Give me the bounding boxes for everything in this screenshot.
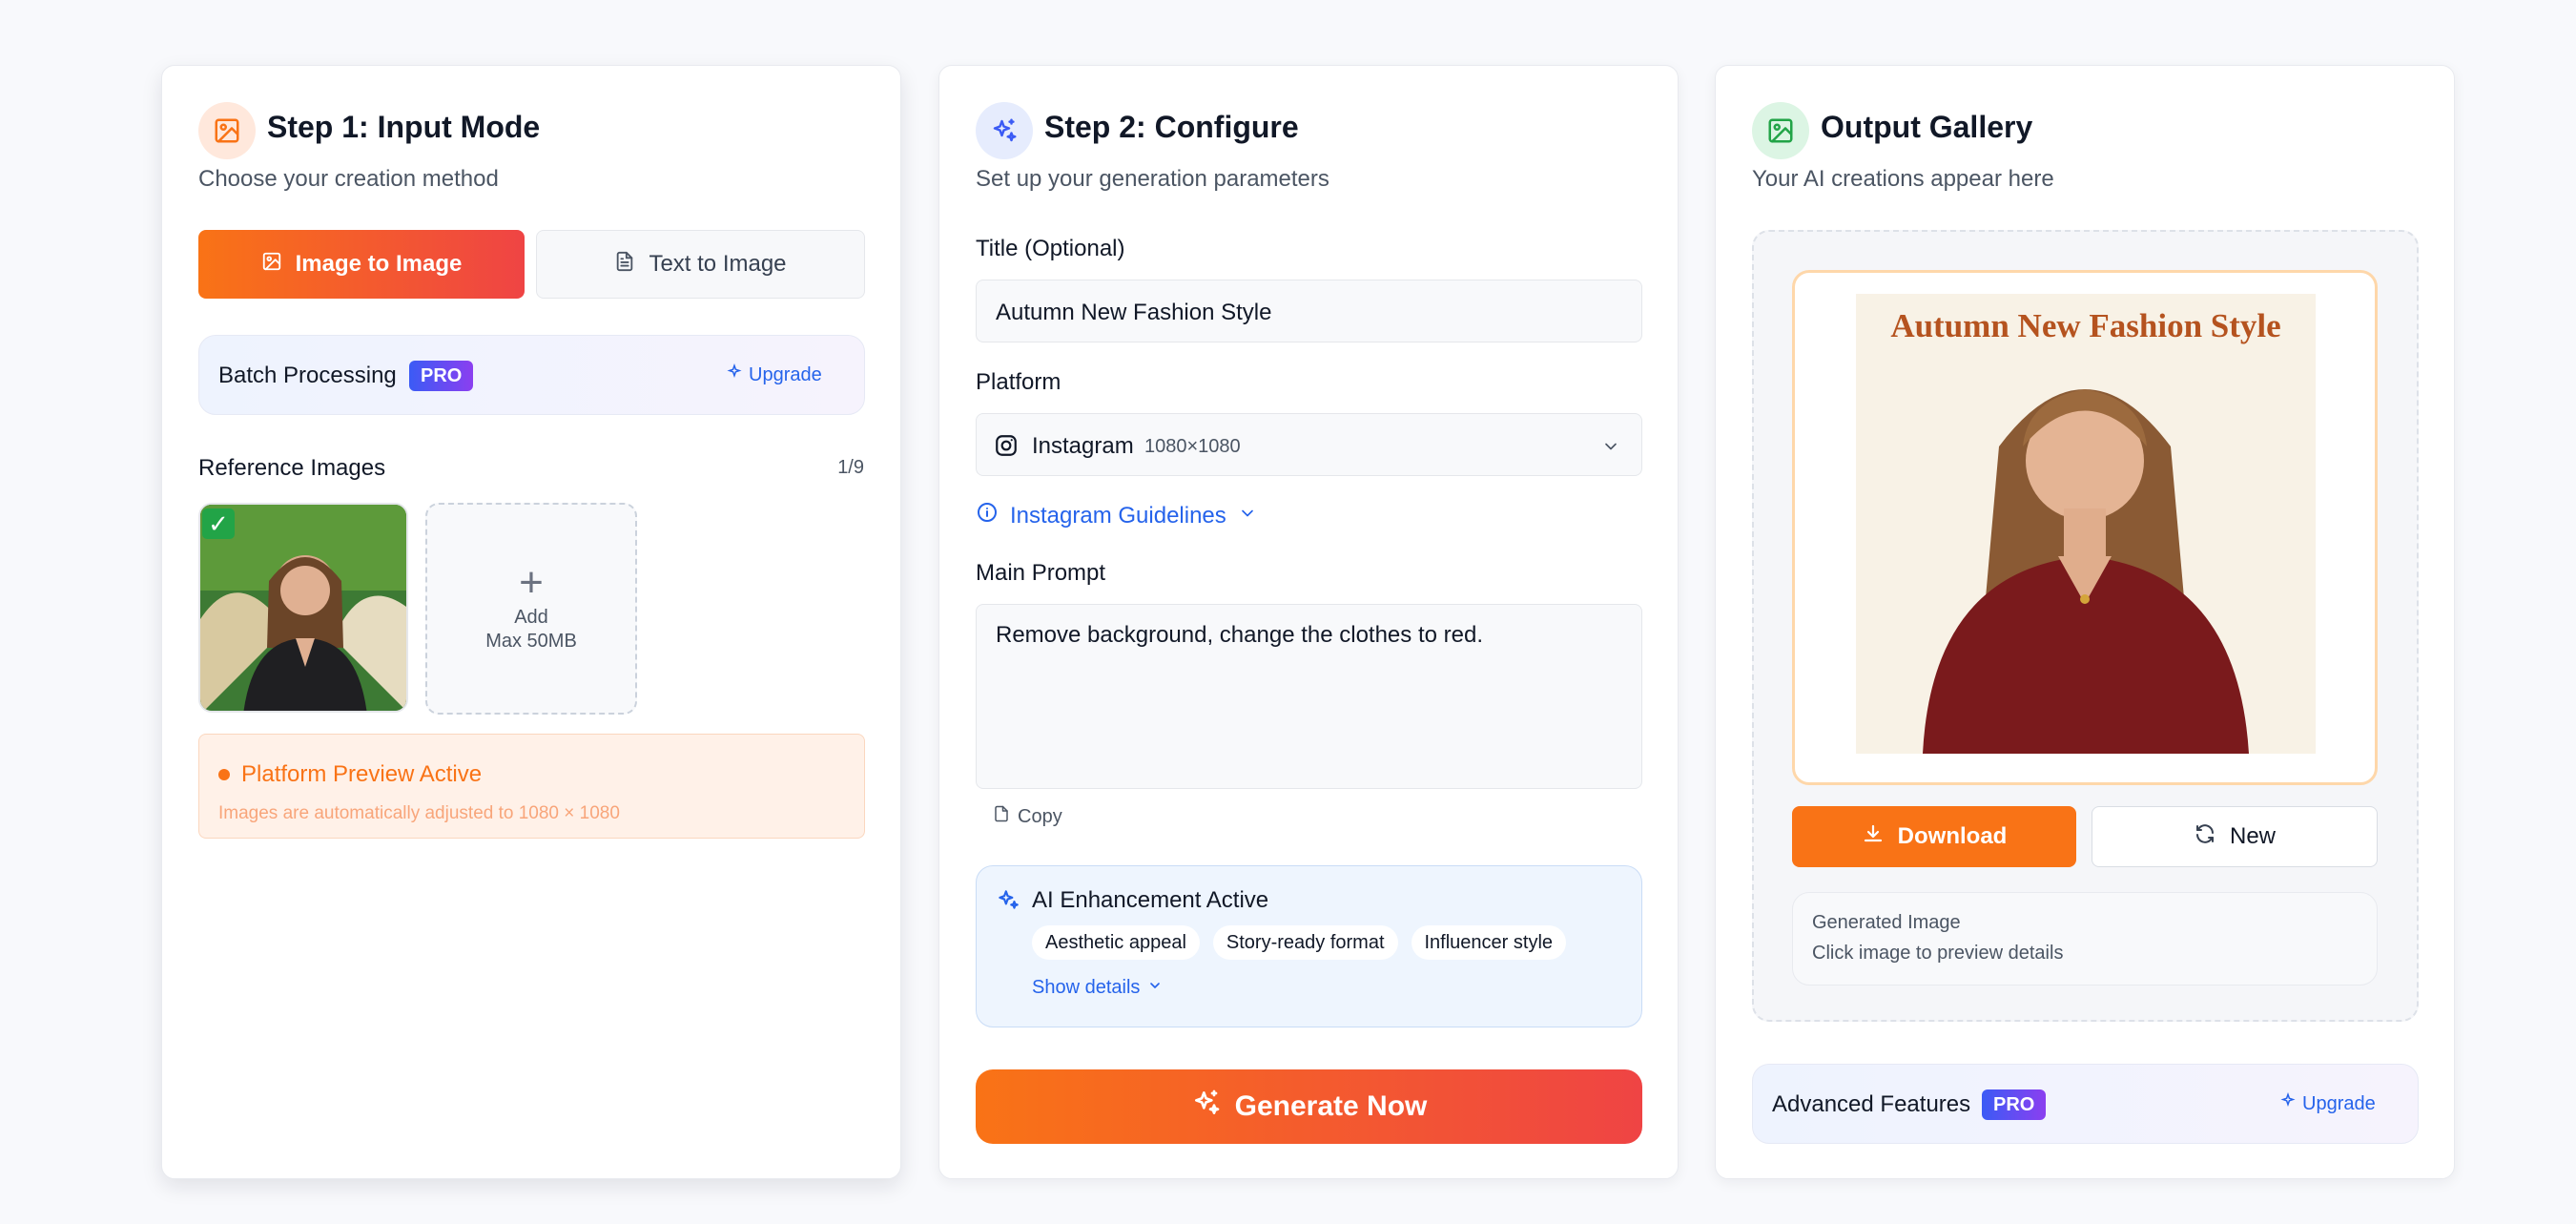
instagram-icon bbox=[994, 433, 1019, 463]
title-input-value: Autumn New Fashion Style bbox=[996, 300, 1272, 325]
status-dot-icon bbox=[218, 769, 230, 780]
main-prompt-label: Main Prompt bbox=[976, 560, 1106, 586]
platform-name: Instagram bbox=[1032, 433, 1134, 459]
sparkles-icon bbox=[996, 887, 1020, 917]
step1-title: Step 1: Input Mode bbox=[267, 110, 541, 144]
advanced-features-label: Advanced Features bbox=[1772, 1091, 1971, 1117]
tag-aesthetic-appeal: Aesthetic appeal bbox=[1032, 925, 1200, 960]
sparkles-icon bbox=[2279, 1091, 2297, 1115]
image-icon bbox=[1752, 102, 1809, 159]
download-button[interactable]: Download bbox=[1792, 806, 2076, 867]
ai-enhancement-tags: Aesthetic appeal Story-ready format Infl… bbox=[1032, 925, 1567, 960]
image-to-image-button[interactable]: Image to Image bbox=[198, 230, 525, 299]
sparkles-icon bbox=[976, 102, 1033, 159]
platform-label: Platform bbox=[976, 369, 1061, 395]
ai-enhancement-title: AI Enhancement Active bbox=[1032, 887, 1269, 913]
download-label: Download bbox=[1897, 823, 2008, 849]
pro-badge: PRO bbox=[409, 361, 474, 391]
ai-enhancement-panel: AI Enhancement Active Aesthetic appeal S… bbox=[976, 865, 1642, 1027]
info-title: Generated Image bbox=[1812, 912, 1961, 933]
batch-processing-bar: Batch Processing PRO Upgrade bbox=[198, 335, 865, 415]
gallery-subtitle: Your AI creations appear here bbox=[1752, 166, 2054, 192]
sparkles-icon bbox=[1191, 1088, 1222, 1126]
step1-subtitle: Choose your creation method bbox=[198, 166, 499, 192]
tag-story-ready-format: Story-ready format bbox=[1212, 925, 1398, 960]
title-field-label: Title (Optional) bbox=[976, 236, 1125, 261]
chevron-down-icon bbox=[1601, 437, 1620, 461]
chevron-down-icon bbox=[1238, 503, 1257, 529]
platform-preview-title: Platform Preview Active bbox=[241, 761, 483, 787]
generated-photo bbox=[1856, 294, 2316, 754]
reference-images-label: Reference Images bbox=[198, 455, 386, 481]
sparkles-icon bbox=[726, 363, 743, 386]
image-to-image-label: Image to Image bbox=[295, 251, 463, 277]
output-gallery-card: Output Gallery Your AI creations appear … bbox=[1715, 65, 2455, 1179]
new-label: New bbox=[2229, 823, 2276, 849]
generate-now-label: Generate Now bbox=[1234, 1090, 1428, 1122]
step1-card: Step 1: Input Mode Choose your creation … bbox=[161, 65, 901, 1179]
info-icon bbox=[976, 501, 999, 530]
gallery-area: Autumn New Fashion Style Download New Ge… bbox=[1752, 230, 2419, 1022]
advanced-features-bar: Advanced Features PRO Upgrade bbox=[1752, 1064, 2419, 1144]
platform-preview-text: Images are automatically adjusted to 108… bbox=[218, 803, 620, 823]
document-icon bbox=[614, 251, 635, 279]
refresh-icon bbox=[2194, 822, 2216, 852]
add-size-hint: Max 50MB bbox=[485, 631, 577, 652]
add-label: Add bbox=[514, 607, 548, 628]
download-icon bbox=[1862, 822, 1885, 852]
step2-card: Step 2: Configure Set up your generation… bbox=[938, 65, 1679, 1179]
title-input[interactable]: Autumn New Fashion Style bbox=[976, 280, 1642, 342]
platform-select[interactable]: Instagram 1080×1080 bbox=[976, 413, 1642, 476]
copy-prompt-button[interactable]: Copy bbox=[993, 805, 1062, 828]
plus-icon: + bbox=[519, 559, 544, 606]
platform-size: 1080×1080 bbox=[1144, 436, 1241, 457]
show-details-label: Show details bbox=[1032, 977, 1141, 998]
copy-icon bbox=[993, 805, 1010, 828]
reference-images-count: 1/9 bbox=[837, 457, 864, 478]
generated-image-frame[interactable]: Autumn New Fashion Style bbox=[1792, 270, 2378, 785]
upgrade-label: Upgrade bbox=[2302, 1092, 2376, 1114]
instagram-guidelines-toggle[interactable]: Instagram Guidelines bbox=[976, 501, 1257, 530]
image-icon bbox=[261, 251, 282, 279]
upgrade-label: Upgrade bbox=[749, 363, 822, 385]
generate-now-button[interactable]: Generate Now bbox=[976, 1069, 1642, 1144]
show-details-toggle[interactable]: Show details bbox=[1032, 977, 1163, 999]
batch-upgrade-link[interactable]: Upgrade bbox=[726, 363, 822, 386]
pro-badge: PRO bbox=[1982, 1089, 2047, 1120]
guidelines-label: Instagram Guidelines bbox=[1010, 502, 1226, 529]
new-button[interactable]: New bbox=[2092, 806, 2378, 867]
main-prompt-textarea[interactable]: Remove background, change the clothes to… bbox=[976, 604, 1642, 789]
tag-influencer-style: Influencer style bbox=[1411, 925, 1567, 960]
text-to-image-label: Text to Image bbox=[649, 251, 787, 277]
chevron-down-icon bbox=[1147, 977, 1163, 999]
text-to-image-button[interactable]: Text to Image bbox=[536, 230, 865, 299]
platform-preview-notice: Platform Preview Active Images are autom… bbox=[198, 734, 865, 839]
info-text: Click image to preview details bbox=[1812, 943, 2064, 964]
advanced-upgrade-link[interactable]: Upgrade bbox=[2279, 1091, 2376, 1115]
copy-label: Copy bbox=[1018, 805, 1062, 827]
generated-image[interactable]: Autumn New Fashion Style bbox=[1856, 294, 2316, 754]
selected-check-icon: ✓ bbox=[202, 508, 235, 539]
gallery-title: Output Gallery bbox=[1821, 110, 2033, 144]
generated-image-caption: Autumn New Fashion Style bbox=[1890, 307, 2281, 344]
batch-processing-label: Batch Processing bbox=[218, 363, 397, 388]
add-image-button[interactable]: + Add Max 50MB bbox=[425, 503, 637, 715]
generated-image-info: Generated Image Click image to preview d… bbox=[1792, 892, 2378, 985]
step2-title: Step 2: Configure bbox=[1044, 110, 1299, 144]
step2-subtitle: Set up your generation parameters bbox=[976, 166, 1329, 192]
main-prompt-value: Remove background, change the clothes to… bbox=[996, 622, 1483, 648]
image-icon bbox=[198, 102, 256, 159]
